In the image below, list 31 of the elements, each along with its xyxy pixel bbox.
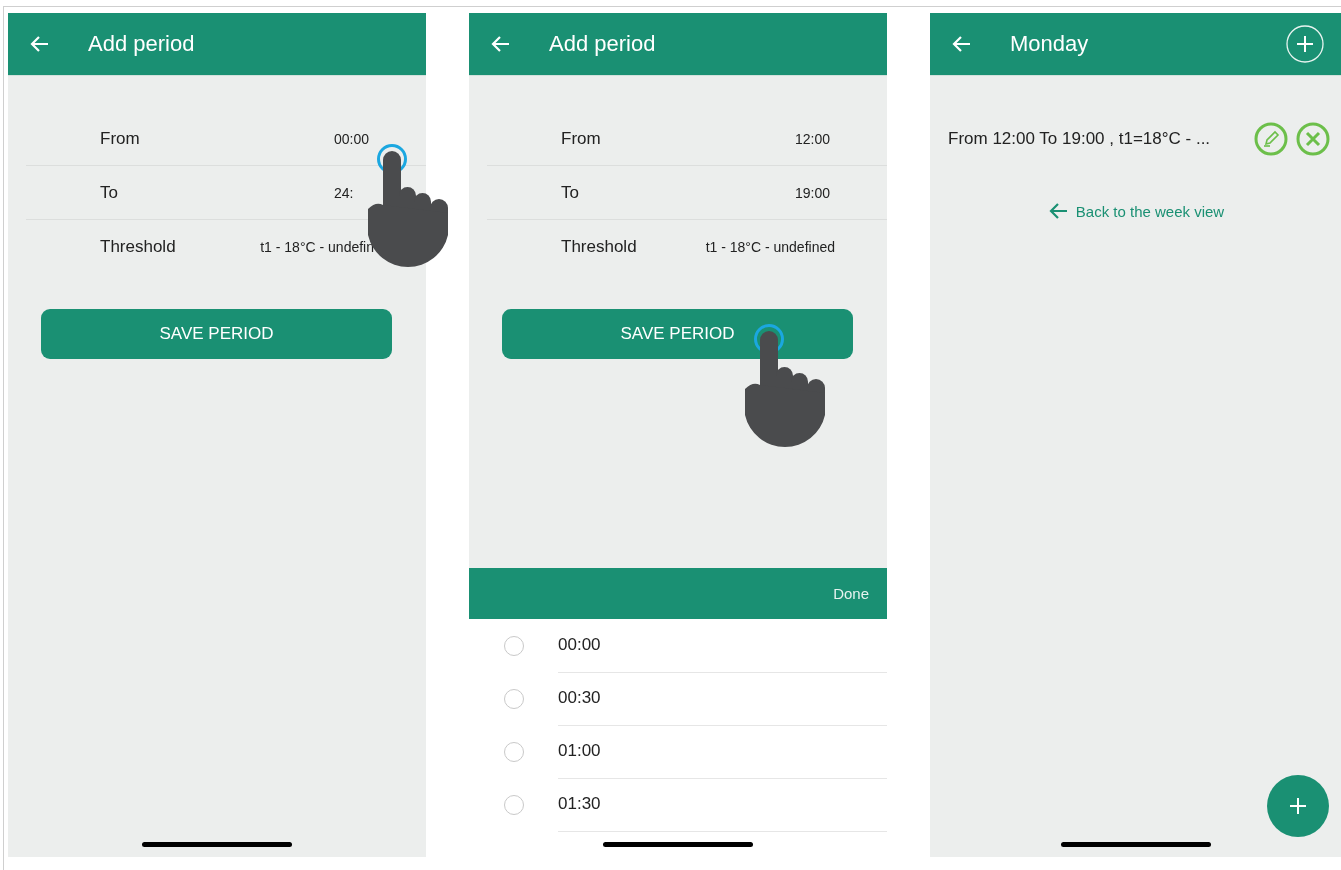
edit-icon[interactable] xyxy=(1254,122,1288,156)
field-value: t1 - 18°C - undefined xyxy=(705,238,835,255)
field-label: From xyxy=(100,128,141,149)
add-icon[interactable] xyxy=(1286,25,1324,63)
field-value: t1 - 18°C - undefin xyxy=(260,238,374,255)
screen-title: Add period xyxy=(88,31,196,57)
save-period-button[interactable]: SAVE PERIOD xyxy=(41,309,392,359)
field-label: From xyxy=(561,128,602,149)
field-value: 19:00 xyxy=(795,184,832,201)
screen-title: Add period xyxy=(549,31,657,57)
time-option[interactable]: 00:00 xyxy=(558,619,887,673)
screen-title: Monday xyxy=(1010,31,1090,57)
back-arrow-icon[interactable] xyxy=(1047,202,1068,220)
back-arrow-icon[interactable] xyxy=(29,35,49,53)
time-option[interactable]: 00:30 xyxy=(558,671,887,726)
delete-icon[interactable] xyxy=(1296,122,1330,156)
field-value: 24: xyxy=(334,184,355,201)
back-arrow-icon[interactable] xyxy=(490,35,510,53)
done-button[interactable]: Done xyxy=(833,585,869,602)
field-label: Threshold xyxy=(561,236,638,257)
field-label: To xyxy=(100,182,119,203)
back-arrow-icon[interactable] xyxy=(951,35,971,53)
field-label: Threshold xyxy=(100,236,177,257)
time-option[interactable]: 01:00 xyxy=(558,724,887,779)
period-text: From 12:00 To 19:00 , t1=18°C - ... xyxy=(948,129,1212,149)
field-label: To xyxy=(561,182,580,203)
field-value: 00:00 xyxy=(334,130,371,147)
field-value: 12:00 xyxy=(795,130,832,147)
plus-icon xyxy=(1288,796,1308,816)
time-option[interactable]: 01:30 xyxy=(558,777,887,832)
save-period-button[interactable]: SAVE PERIOD xyxy=(502,309,853,359)
